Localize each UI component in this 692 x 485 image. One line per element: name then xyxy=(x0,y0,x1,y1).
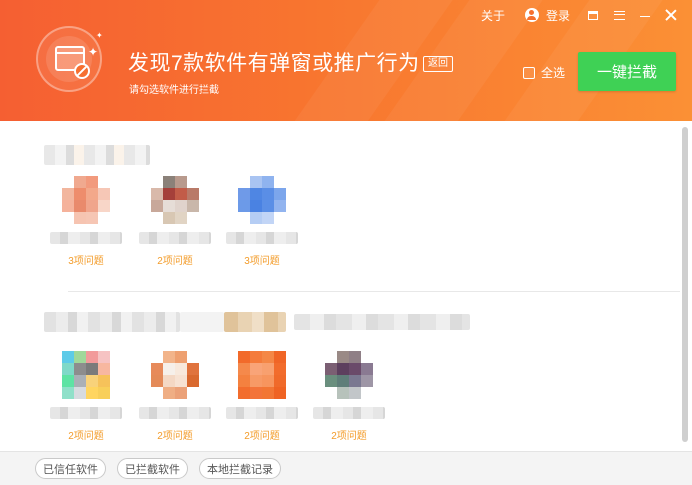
page-subtitle: 请勾选软件进行拦截 xyxy=(129,85,219,96)
group-label-blurred xyxy=(44,312,470,332)
scrollbar[interactable] xyxy=(682,127,688,442)
block-records-button[interactable]: 本地拦截记录 xyxy=(199,458,281,479)
app-name-blurred xyxy=(226,407,298,419)
app-icon xyxy=(238,176,286,224)
close-button[interactable] xyxy=(658,0,684,30)
sparkle-icon: ✦ xyxy=(88,45,99,59)
app-name-blurred xyxy=(139,232,211,244)
blocked-software-button[interactable]: 已拦截软件 xyxy=(117,458,188,479)
app-icon xyxy=(62,351,110,399)
group-label-blurred xyxy=(44,145,150,165)
about-link[interactable]: 关于 xyxy=(471,7,515,24)
app-icon xyxy=(151,351,199,399)
software-item[interactable]: 2项问题 xyxy=(46,351,126,443)
app-name-blurred xyxy=(139,407,211,419)
app-icon xyxy=(325,351,373,399)
sparkle-icon: ✦ xyxy=(96,31,103,40)
select-all-label: 全选 xyxy=(541,66,566,80)
issue-count[interactable]: 2项问题 xyxy=(135,427,215,442)
close-icon xyxy=(665,9,677,21)
app-icon xyxy=(238,351,286,399)
trusted-software-button[interactable]: 已信任软件 xyxy=(35,458,106,479)
skin-button[interactable] xyxy=(580,0,606,30)
header-banner: 关于 登录 ✦ ✦ 发现7款软件有弹窗或推广行为 返回 请勾选软件进行拦截 全选… xyxy=(0,0,692,121)
issue-count[interactable]: 2项问题 xyxy=(309,427,389,442)
checkbox-icon xyxy=(523,66,535,79)
ban-icon xyxy=(74,63,90,79)
app-icon xyxy=(151,176,199,224)
app-name-blurred xyxy=(226,232,298,244)
popup-block-logo xyxy=(36,26,102,92)
footer-bar: 已信任软件 已拦截软件 本地拦截记录 xyxy=(0,451,692,485)
blurred-text xyxy=(294,314,470,330)
page-title: 发现7款软件有弹窗或推广行为 xyxy=(128,52,420,75)
select-all-checkbox[interactable]: 全选 xyxy=(523,64,565,81)
issue-count[interactable]: 3项问题 xyxy=(222,252,302,267)
block-all-button[interactable]: 一键拦截 xyxy=(578,52,676,91)
app-name-blurred xyxy=(313,407,385,419)
divider xyxy=(68,291,680,292)
app-name-blurred xyxy=(50,407,122,419)
app-icon xyxy=(62,176,110,224)
blurred-text xyxy=(44,312,180,332)
back-button[interactable]: 返回 xyxy=(423,56,453,72)
software-item[interactable]: 2项问题 xyxy=(135,351,215,443)
blurred-text xyxy=(44,145,150,165)
software-item[interactable]: 3项问题 xyxy=(46,176,126,268)
login-label: 登录 xyxy=(545,8,570,23)
issue-count[interactable]: 2项问题 xyxy=(222,427,302,442)
menu-icon xyxy=(613,10,625,20)
login-link[interactable]: 登录 xyxy=(515,7,580,24)
software-item[interactable]: 2项问题 xyxy=(135,176,215,268)
software-item[interactable]: 2项问题 xyxy=(222,351,302,443)
title-bar: 关于 登录 xyxy=(471,0,692,30)
software-item[interactable]: 2项问题 xyxy=(309,351,389,443)
menu-button[interactable] xyxy=(606,0,632,30)
software-item[interactable]: 3项问题 xyxy=(222,176,302,268)
minimize-button[interactable] xyxy=(632,0,658,30)
skin-icon xyxy=(588,10,598,20)
blurred-text xyxy=(180,312,224,332)
app-name-blurred xyxy=(50,232,122,244)
minimize-icon xyxy=(640,15,650,17)
issue-count[interactable]: 2项问题 xyxy=(135,252,215,267)
issue-count[interactable]: 3项问题 xyxy=(46,252,126,267)
issue-count[interactable]: 2项问题 xyxy=(46,427,126,442)
user-icon xyxy=(524,8,539,22)
blurred-highlight xyxy=(224,312,286,332)
